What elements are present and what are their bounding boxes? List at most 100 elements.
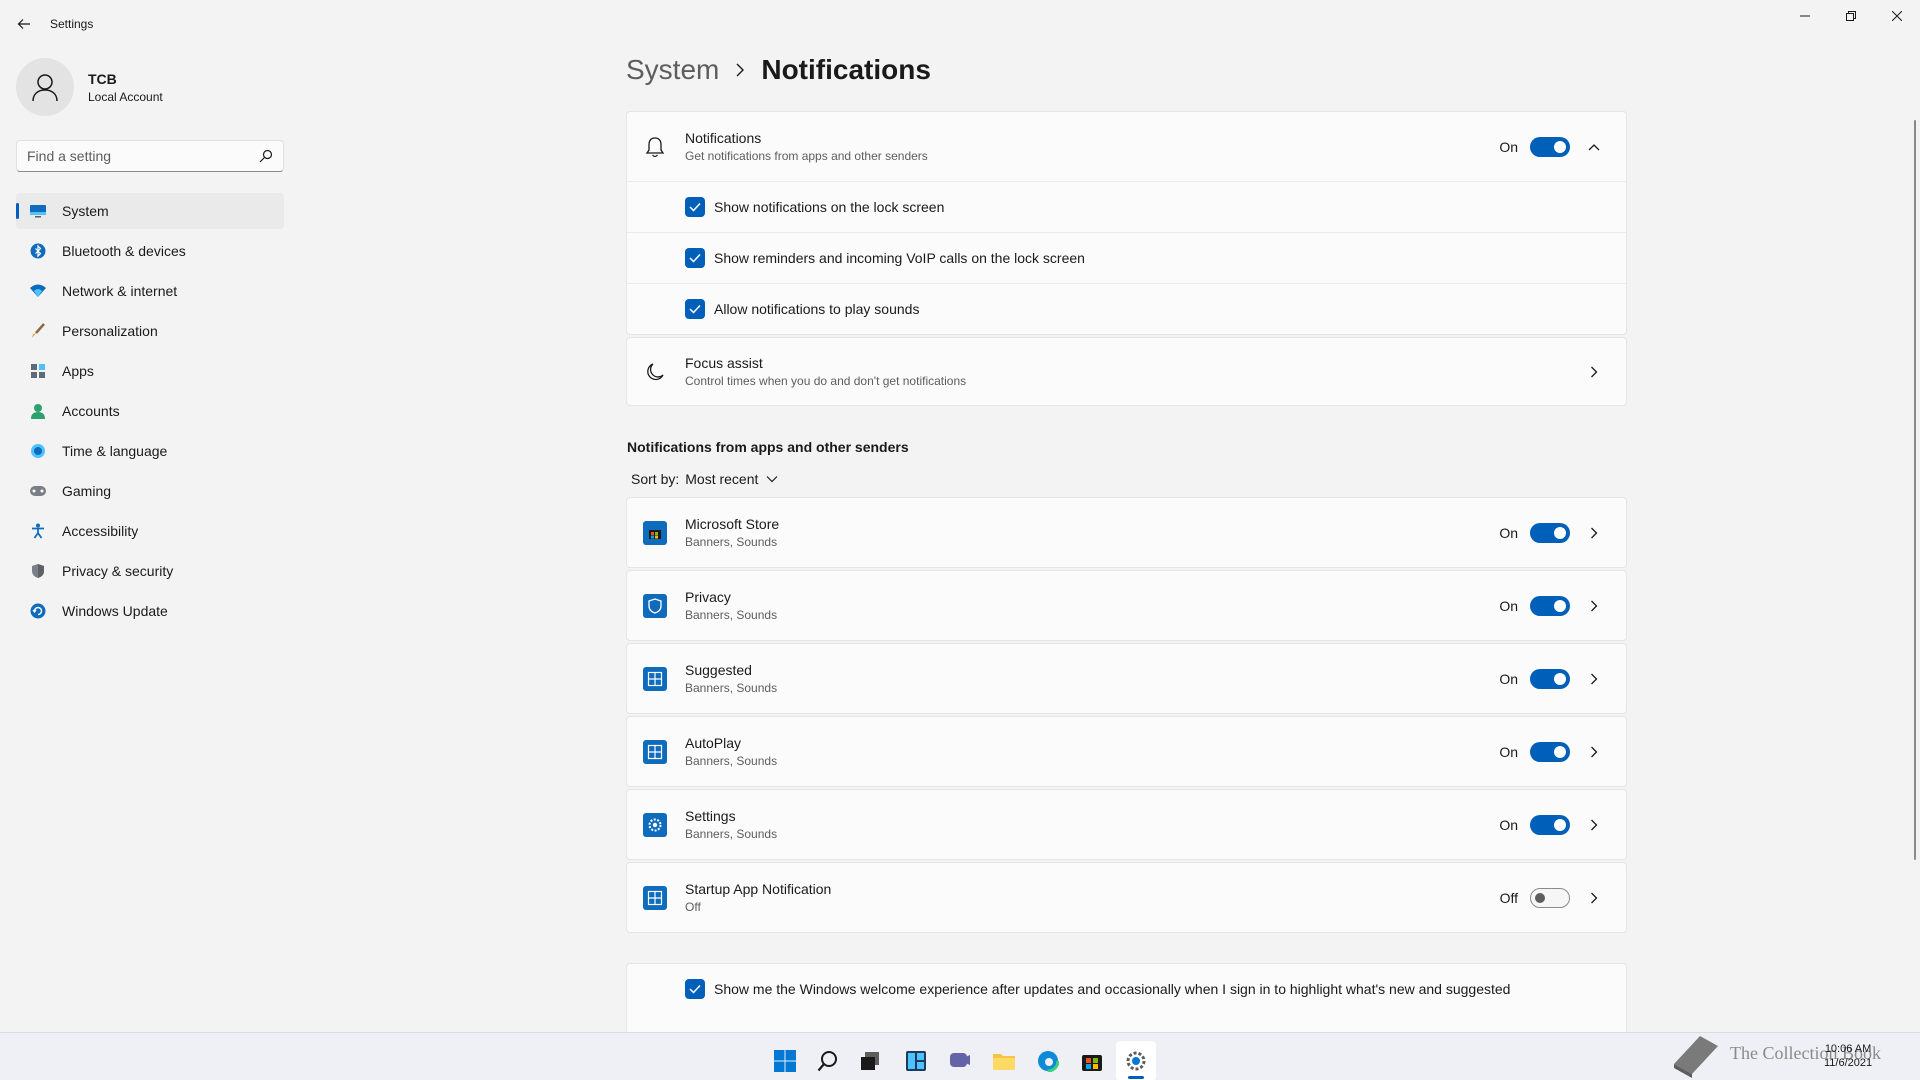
focus-assist-card[interactable]: Focus assist Control times when you do a… [626,337,1627,406]
app-detail: Off [685,900,701,914]
edge-button[interactable] [1028,1041,1068,1080]
app-name: Startup App Notification [685,881,832,897]
app-row-suggested[interactable]: Suggested Banners, Sounds On [626,643,1627,714]
back-button[interactable] [12,12,36,36]
app-grid-icon [643,739,667,764]
store-button[interactable] [1072,1041,1112,1080]
shield-icon [28,561,48,581]
privacy-toggle[interactable] [1530,595,1570,616]
notifications-toggle[interactable] [1530,136,1570,157]
sidebar-item-bluetooth[interactable]: Bluetooth & devices [16,233,284,269]
sidebar-item-gaming[interactable]: Gaming [16,473,284,509]
option-lock-screen[interactable]: Show notifications on the lock screen [627,181,1626,232]
welcome-experience-checkbox[interactable] [685,979,705,999]
chevron-up-icon[interactable] [1578,131,1610,163]
breadcrumb: System Notifications [626,54,931,86]
option-play-sounds[interactable]: Allow notifications to play sounds [627,283,1626,334]
app-name: AutoPlay [685,735,742,751]
sidebar-item-label: Time & language [62,443,168,459]
sidebar-item-label: Privacy & security [62,563,174,579]
sidebar-item-windows-update[interactable]: Windows Update [16,593,284,629]
lock-screen-checkbox[interactable] [685,197,705,217]
sidebar-item-personalization[interactable]: Personalization [16,313,284,349]
option-reminders-voip[interactable]: Show reminders and incoming VoIP calls o… [627,232,1626,283]
sidebar-item-label: Apps [62,363,94,379]
app-row-privacy[interactable]: Privacy Banners, Sounds On [626,570,1627,641]
chevron-right-icon [1578,356,1610,388]
start-icon [774,1050,796,1072]
file-explorer-button[interactable] [984,1041,1024,1080]
option-label: Show reminders and incoming VoIP calls o… [714,250,1085,266]
toggle-state-label: On [1499,670,1518,687]
settings-button[interactable] [1116,1041,1156,1080]
restore-button[interactable] [1828,0,1874,32]
sort-dropdown[interactable]: Sort by: Most recent [631,471,778,487]
taskbar-search-button[interactable] [808,1041,848,1080]
chevron-down-icon [766,476,778,483]
breadcrumb-parent[interactable]: System [626,54,719,86]
microsoft-store-toggle[interactable] [1530,522,1570,543]
back-arrow-icon [17,19,30,29]
chat-button[interactable] [940,1041,980,1080]
task-view-button[interactable] [850,1041,890,1080]
apps-icon [28,361,48,381]
active-app-indicator [1128,1076,1144,1079]
sidebar-item-label: Bluetooth & devices [62,243,186,259]
brush-icon [28,321,48,341]
toggle-knob [1554,672,1566,685]
bell-icon [643,135,667,159]
reminders-voip-checkbox[interactable] [685,248,705,268]
checkmark-icon [689,253,701,263]
app-detail: Banners, Sounds [685,535,778,549]
sidebar-item-apps[interactable]: Apps [16,353,284,389]
sidebar-item-label: Windows Update [62,603,168,619]
play-sounds-checkbox[interactable] [685,299,705,319]
profile-name: TCB [88,70,117,87]
app-row-settings[interactable]: Settings Banners, Sounds On [626,789,1627,860]
chevron-right-icon [1578,517,1610,549]
sidebar-item-label: System [62,203,109,219]
sidebar-item-accessibility[interactable]: Accessibility [16,513,284,549]
notifications-header-row[interactable]: Notifications Get notifications from app… [627,112,1626,181]
wifi-icon [28,281,48,301]
sidebar-item-network[interactable]: Network & internet [16,273,284,309]
sidebar-item-privacy[interactable]: Privacy & security [16,553,284,589]
chevron-right-icon [1578,882,1610,914]
app-row-microsoft-store[interactable]: Microsoft Store Banners, Sounds On [626,497,1627,568]
start-button[interactable] [765,1041,805,1080]
section-heading: Notifications from apps and other sender… [627,439,909,455]
update-icon [28,601,48,621]
notifications-card: Notifications Get notifications from app… [626,111,1627,335]
avatar [16,58,74,116]
scrollbar[interactable] [1914,120,1916,860]
app-row-startup-app-notification[interactable]: Startup App Notification Off Off [626,862,1627,933]
profile-account-type: Local Account [88,89,163,104]
suggested-toggle[interactable] [1530,668,1570,689]
settings-toggle[interactable] [1530,814,1570,835]
welcome-experience-label: Show me the Windows welcome experience a… [714,981,1511,997]
app-row-autoplay[interactable]: AutoPlay Banners, Sounds On [626,716,1627,787]
chevron-right-icon [1578,809,1610,841]
app-name: Microsoft Store [685,516,780,532]
edge-icon [1037,1050,1059,1072]
welcome-experience-card[interactable]: Show me the Windows welcome experience a… [626,963,1627,1033]
chevron-right-icon [1578,590,1610,622]
search-icon[interactable] [259,149,273,163]
minimize-button[interactable] [1782,0,1828,32]
autoplay-toggle[interactable] [1530,741,1570,762]
sidebar-item-system[interactable]: System [16,193,284,229]
taskbar-clock[interactable]: 10:06 AM 11/6/2021 [1824,1042,1872,1070]
user-profile[interactable]: TCB Local Account [16,58,163,116]
sidebar-item-accounts[interactable]: Accounts [16,393,284,429]
startup-app-notification-toggle[interactable] [1530,887,1570,908]
checkmark-icon [689,304,701,314]
sidebar-item-label: Gaming [62,483,112,499]
taskbar [0,1032,1920,1080]
search-box[interactable] [16,140,284,172]
toggle-state-label: On [1499,816,1518,833]
checkmark-icon [689,984,701,994]
widgets-button[interactable] [896,1041,936,1080]
sidebar-item-time-language[interactable]: Time & language [16,433,284,469]
close-button[interactable] [1874,0,1920,32]
search-input[interactable] [27,148,259,164]
